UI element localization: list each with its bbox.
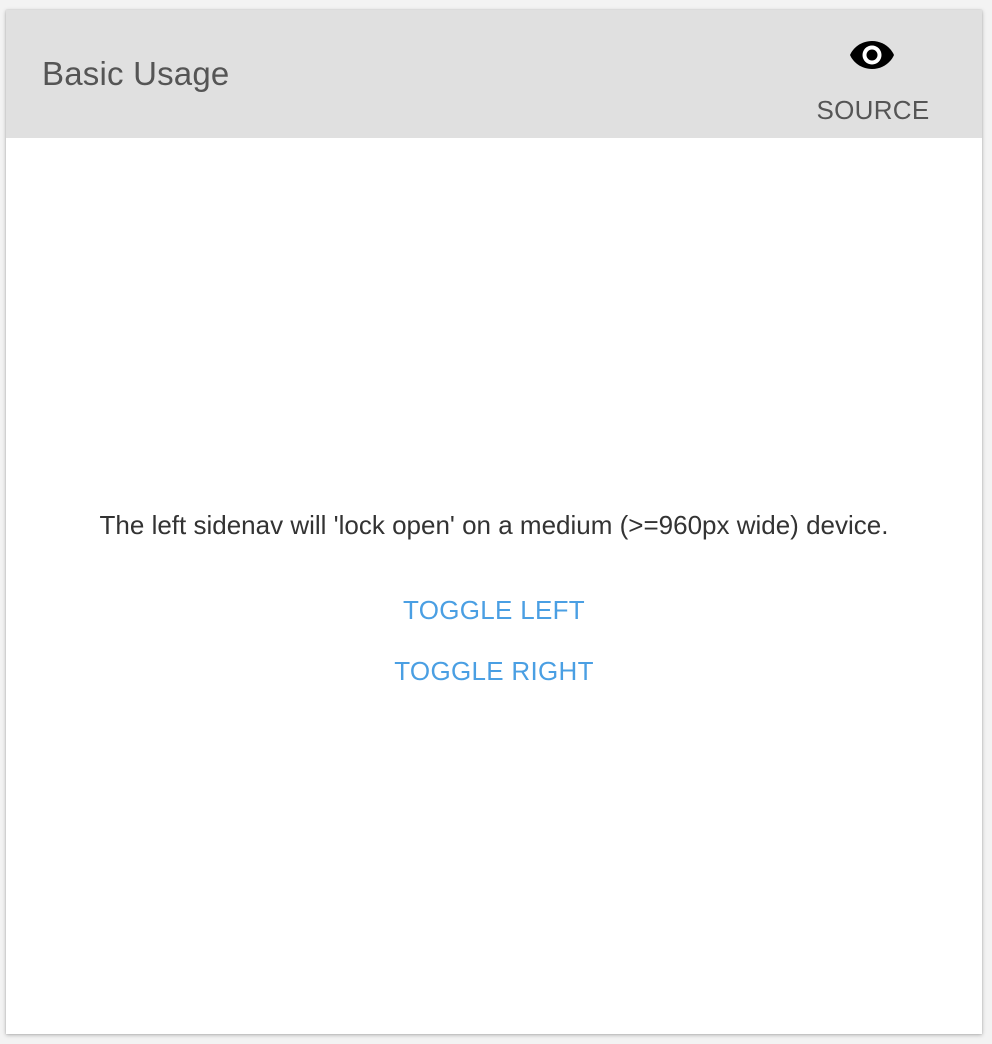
source-button[interactable]: SOURCE — [814, 34, 932, 125]
card-content: The left sidenav will 'lock open' on a m… — [6, 138, 982, 1034]
demo-card: Basic Usage SOURCE The left sidenav will… — [6, 10, 982, 1034]
toggle-right-button[interactable]: TOGGLE RIGHT — [344, 649, 644, 693]
card-toolbar: Basic Usage SOURCE — [6, 10, 982, 138]
toggle-left-button[interactable]: TOGGLE LEFT — [344, 588, 644, 632]
source-label: SOURCE — [816, 95, 930, 125]
sidenav-info-text: The left sidenav will 'lock open' on a m… — [99, 510, 889, 540]
eye-icon — [850, 41, 894, 69]
card-title: Basic Usage — [42, 55, 230, 92]
